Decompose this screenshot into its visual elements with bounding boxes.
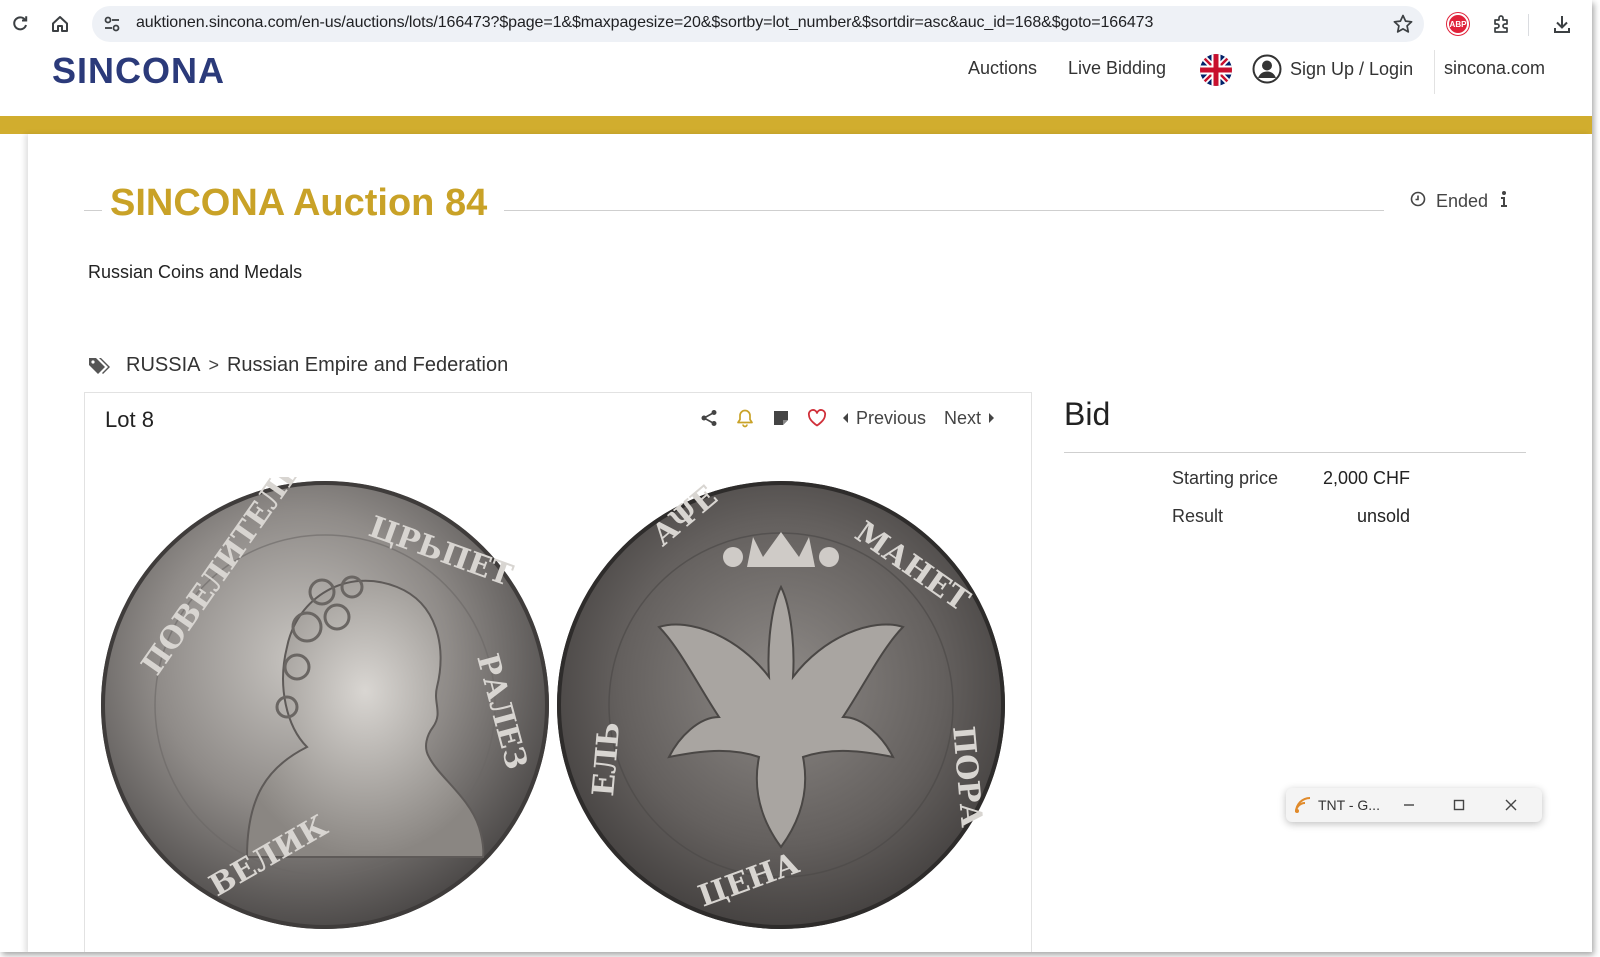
clock-icon bbox=[1410, 191, 1426, 212]
lot-title: Lot 8 bbox=[105, 407, 154, 432]
coin-obverse-image[interactable]: ПОВЕЛИТЕЛЬ ЦРЬПЕТ РАЛЕЗ ВЕЛИК bbox=[97, 453, 553, 933]
breadcrumb-separator: > bbox=[208, 355, 219, 375]
lot-toolbar: Previous Next bbox=[698, 407, 995, 429]
tags-icon bbox=[88, 356, 112, 376]
header-accent-bar bbox=[0, 116, 1592, 134]
starting-price-value: 2,000 CHF bbox=[1322, 468, 1410, 488]
nav-sincona-external[interactable]: sincona.com bbox=[1444, 58, 1545, 79]
svg-text:ЕЛЬ: ЕЛЬ bbox=[586, 721, 627, 798]
toolbar-divider bbox=[1528, 14, 1529, 36]
mini-window-title: TNT - G... bbox=[1318, 797, 1380, 813]
user-account-icon[interactable] bbox=[1252, 54, 1282, 84]
minimize-icon[interactable] bbox=[1398, 794, 1420, 816]
bid-divider bbox=[1064, 452, 1526, 453]
nav-live-bidding[interactable]: Live Bidding bbox=[1068, 58, 1166, 79]
previous-label: Previous bbox=[855, 407, 926, 428]
app-signal-icon bbox=[1294, 796, 1312, 814]
url-text[interactable]: auktionen.sincona.com/en-us/auctions/lot… bbox=[136, 14, 1153, 32]
coin-reverse-image[interactable]: ΑΨΕ МАНЕТ ПОРА ЕЛЬ ЦЕНА bbox=[553, 477, 1009, 933]
info-icon[interactable] bbox=[1498, 190, 1510, 213]
nav-auctions[interactable]: Auctions bbox=[968, 58, 1037, 79]
auction-title: SINCONA Auction 84 bbox=[110, 182, 488, 224]
nav-signup-login[interactable]: Sign Up / Login bbox=[1290, 59, 1413, 80]
bookmark-star-icon[interactable] bbox=[1392, 13, 1414, 35]
address-bar[interactable]: auktionen.sincona.com/en-us/auctions/lot… bbox=[92, 6, 1424, 42]
bid-heading: Bid bbox=[1064, 396, 1111, 432]
share-icon[interactable] bbox=[698, 407, 720, 429]
previous-lot-button[interactable]: Previous bbox=[842, 408, 926, 429]
next-label: Next bbox=[943, 407, 981, 428]
nav-divider bbox=[1434, 50, 1435, 94]
breadcrumb-russian-empire[interactable]: Russian Empire and Federation bbox=[227, 354, 508, 377]
status-label: Ended bbox=[1436, 191, 1489, 211]
lot-card: Lot 8 Previous Next ПОВЕЛИТЕЛЬ ЦРЬПЕТ РА… bbox=[84, 392, 1032, 952]
result-value: unsold bbox=[1356, 506, 1410, 526]
download-icon[interactable] bbox=[1548, 10, 1576, 38]
breadcrumb-russia[interactable]: RUSSIA bbox=[126, 354, 200, 377]
close-icon[interactable] bbox=[1500, 794, 1522, 816]
browser-window: auktionen.sincona.com/en-us/auctions/lot… bbox=[0, 0, 1592, 952]
adblock-extension-icon[interactable]: ABP bbox=[1444, 10, 1472, 38]
minimized-window[interactable]: TNT - G... bbox=[1286, 788, 1542, 822]
bell-icon[interactable] bbox=[734, 407, 756, 429]
site-settings-icon[interactable] bbox=[102, 14, 122, 34]
caret-right-icon bbox=[987, 408, 995, 429]
uk-flag-icon[interactable] bbox=[1200, 54, 1232, 86]
maximize-icon[interactable] bbox=[1448, 794, 1470, 816]
note-icon[interactable] bbox=[770, 407, 792, 429]
sincona-logo[interactable]: SINCONA bbox=[52, 50, 225, 92]
next-lot-button[interactable]: Next bbox=[944, 408, 995, 429]
title-rule-right bbox=[504, 210, 1384, 211]
auction-subtitle: Russian Coins and Medals bbox=[88, 262, 303, 282]
starting-price-label: Starting price bbox=[1172, 468, 1279, 488]
title-rule-left bbox=[84, 210, 102, 211]
home-icon[interactable] bbox=[46, 10, 74, 38]
extensions-puzzle-icon[interactable] bbox=[1488, 10, 1516, 38]
reload-icon[interactable] bbox=[6, 10, 34, 38]
heart-icon[interactable] bbox=[806, 407, 828, 429]
caret-left-icon bbox=[842, 408, 850, 429]
breadcrumb: RUSSIA > Russian Empire and Federation bbox=[88, 354, 508, 377]
result-label: Result bbox=[1172, 506, 1224, 526]
browser-toolbar: auktionen.sincona.com/en-us/auctions/lot… bbox=[0, 0, 1592, 48]
auction-status: Ended bbox=[1410, 190, 1510, 213]
